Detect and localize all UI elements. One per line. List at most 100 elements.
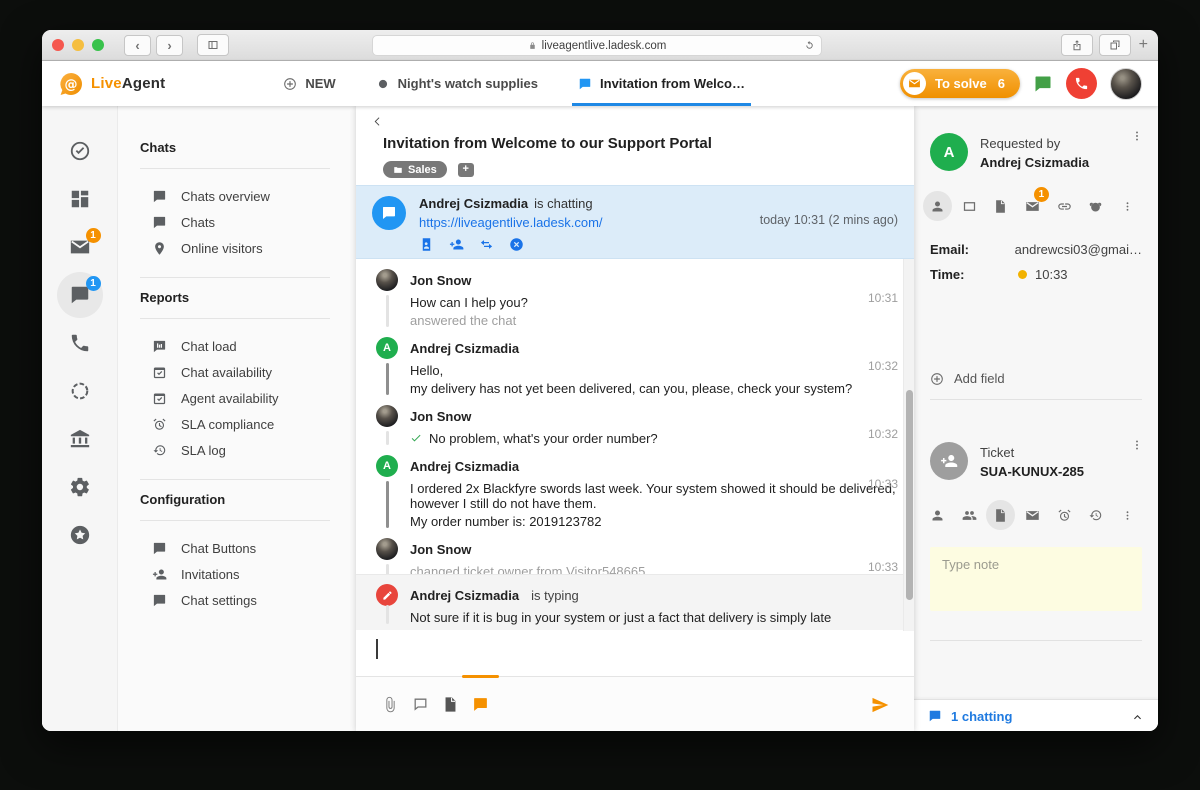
more-icon[interactable]	[1130, 438, 1144, 452]
message-input[interactable]	[356, 630, 914, 676]
browser-forward-button[interactable]: ›	[156, 35, 183, 56]
transfer-icon[interactable]	[479, 237, 494, 252]
back-icon[interactable]	[372, 116, 383, 127]
sidebar-item-sla-compliance[interactable]: SLA compliance	[140, 411, 330, 437]
chat-filled-icon[interactable]	[472, 696, 489, 713]
ticket-label: Ticket	[980, 445, 1084, 460]
ticket-tool-mail[interactable]	[1018, 500, 1047, 530]
sidebar-item-agent-availability[interactable]: Agent availability	[140, 385, 330, 411]
sidebar-item-chat-availability[interactable]: Chat availability	[140, 359, 330, 385]
tab-invitation-active[interactable]: Invitation from Welco…	[578, 61, 745, 106]
contact-card-icon[interactable]	[419, 237, 434, 252]
chat-message: Jon SnowNo problem, what's your order nu…	[356, 401, 914, 451]
tab-label: Night's watch supplies	[398, 76, 538, 91]
sidebar-item-label: Chat load	[181, 339, 237, 354]
rail-item-billing[interactable]	[69, 428, 91, 450]
tickets-badge: 1	[86, 228, 101, 243]
close-circle-icon[interactable]	[509, 237, 524, 252]
requester-tool-link[interactable]	[1050, 191, 1079, 221]
sidebar-item-chat-buttons[interactable]: Chat Buttons	[140, 535, 330, 561]
chats-online-button[interactable]	[1033, 74, 1053, 94]
sidebar-item-label: Invitations	[181, 567, 240, 582]
close-window-button[interactable]	[52, 39, 64, 51]
ticket-tool-history[interactable]	[1082, 500, 1111, 530]
more-icon[interactable]	[1130, 129, 1144, 143]
note-input[interactable]	[930, 547, 1142, 611]
agent-avatar[interactable]	[1110, 68, 1142, 100]
sidebar-item-sla-log[interactable]: SLA log	[140, 437, 330, 463]
compose-toolbar	[356, 676, 914, 731]
more-icon	[1121, 200, 1134, 213]
zoom-window-button[interactable]	[92, 39, 104, 51]
chatting-banner: Andrej Csizmadiais chatting https://live…	[356, 185, 914, 259]
ticket-tool-more[interactable]	[1113, 500, 1142, 530]
sidebar-item-chat-load[interactable]: Chat load	[140, 333, 330, 359]
rail-item-dashboard[interactable]	[69, 188, 91, 210]
sidebar-item-invitations[interactable]: Invitations	[140, 561, 330, 587]
scrollbar-thumb[interactable]	[906, 390, 913, 600]
browser-back-button[interactable]: ‹	[124, 35, 151, 56]
rail-item-chats[interactable]: 1	[69, 284, 91, 306]
chatting-bar[interactable]: 1 chatting	[914, 699, 1158, 731]
card-icon	[962, 199, 977, 214]
new-tab-button[interactable]: +	[1139, 36, 1148, 54]
clock-history-icon	[1088, 508, 1103, 523]
rail-item-tickets[interactable]: 1	[69, 236, 91, 258]
sidebar-item-chats-overview[interactable]: Chats overview	[140, 183, 330, 209]
bank-icon	[69, 428, 91, 450]
message-author: Jon Snow	[410, 542, 471, 557]
send-icon[interactable]	[870, 695, 890, 715]
ticket-tool-profile[interactable]	[923, 500, 952, 530]
sidebar-item-online-visitors[interactable]: Online visitors	[140, 235, 330, 261]
sidebar-item-chats[interactable]: Chats	[140, 209, 330, 235]
rail-item-addons[interactable]	[69, 524, 91, 546]
add-field-button[interactable]: Add field	[930, 371, 1142, 386]
requester-tool-mail[interactable]: 1	[1018, 191, 1047, 221]
message-line: Hello,	[410, 361, 898, 379]
refresh-icon[interactable]	[804, 40, 815, 51]
tag-row: Sales +	[383, 161, 898, 178]
visitor-url-link[interactable]: https://liveagentlive.ladesk.com/	[419, 215, 603, 230]
rail-item-resolved[interactable]	[69, 140, 91, 162]
add-tag-button[interactable]: +	[458, 163, 474, 177]
chevron-up-icon[interactable]	[1131, 710, 1144, 723]
liveagent-logo[interactable]: @ LiveAgent	[58, 72, 165, 96]
ticket-tool-notes[interactable]	[986, 500, 1015, 530]
requester-tool-profile[interactable]	[923, 191, 952, 221]
share-button[interactable]	[1061, 34, 1093, 56]
to-solve-count: 6	[998, 76, 1005, 91]
sidebar-toggle-button[interactable]	[197, 34, 229, 56]
attachment-icon[interactable]	[382, 696, 399, 713]
ticket-tool-sla[interactable]	[1050, 500, 1079, 530]
to-solve-button[interactable]: To solve 6	[900, 69, 1020, 98]
alarm-icon	[1057, 508, 1072, 523]
message-line: My order number is: 2019123782	[410, 512, 898, 530]
rail-item-automation[interactable]	[69, 380, 91, 402]
address-bar[interactable]: liveagentlive.ladesk.com	[372, 35, 822, 56]
calendar-check-icon	[152, 391, 167, 406]
visitor-name: Andrej Csizmadia	[419, 196, 528, 211]
chat-outline-icon[interactable]	[412, 696, 429, 713]
requester-tool-more[interactable]	[1113, 191, 1142, 221]
sidebar-item-chat-settings[interactable]: Chat settings	[140, 587, 330, 613]
requester-tool-card[interactable]	[955, 191, 984, 221]
requester-tool-notes[interactable]	[986, 191, 1015, 221]
ticket-tool-people[interactable]	[955, 500, 984, 530]
icon-rail: 1 1	[42, 106, 118, 731]
minimize-window-button[interactable]	[72, 39, 84, 51]
tab-new[interactable]: NEW	[283, 61, 335, 106]
rail-item-settings[interactable]	[69, 476, 91, 498]
chat-scrollbar[interactable]	[903, 259, 914, 631]
rail-item-calls[interactable]	[69, 332, 91, 354]
tag-sales[interactable]: Sales	[383, 161, 447, 178]
tab-overview-button[interactable]	[1099, 34, 1131, 56]
tab-nights-watch-supplies[interactable]: Night's watch supplies	[376, 61, 538, 106]
calls-button[interactable]	[1066, 68, 1097, 99]
person-add-icon[interactable]	[449, 237, 464, 252]
sidebar-item-label: Chat availability	[181, 365, 272, 380]
requester-tool-mailchimp[interactable]	[1082, 191, 1111, 221]
chat-message: Jon SnowHow can I help you?answered the …	[356, 265, 914, 333]
chat-icon	[578, 77, 592, 91]
note-icon[interactable]	[442, 696, 459, 713]
avatar	[376, 405, 398, 427]
